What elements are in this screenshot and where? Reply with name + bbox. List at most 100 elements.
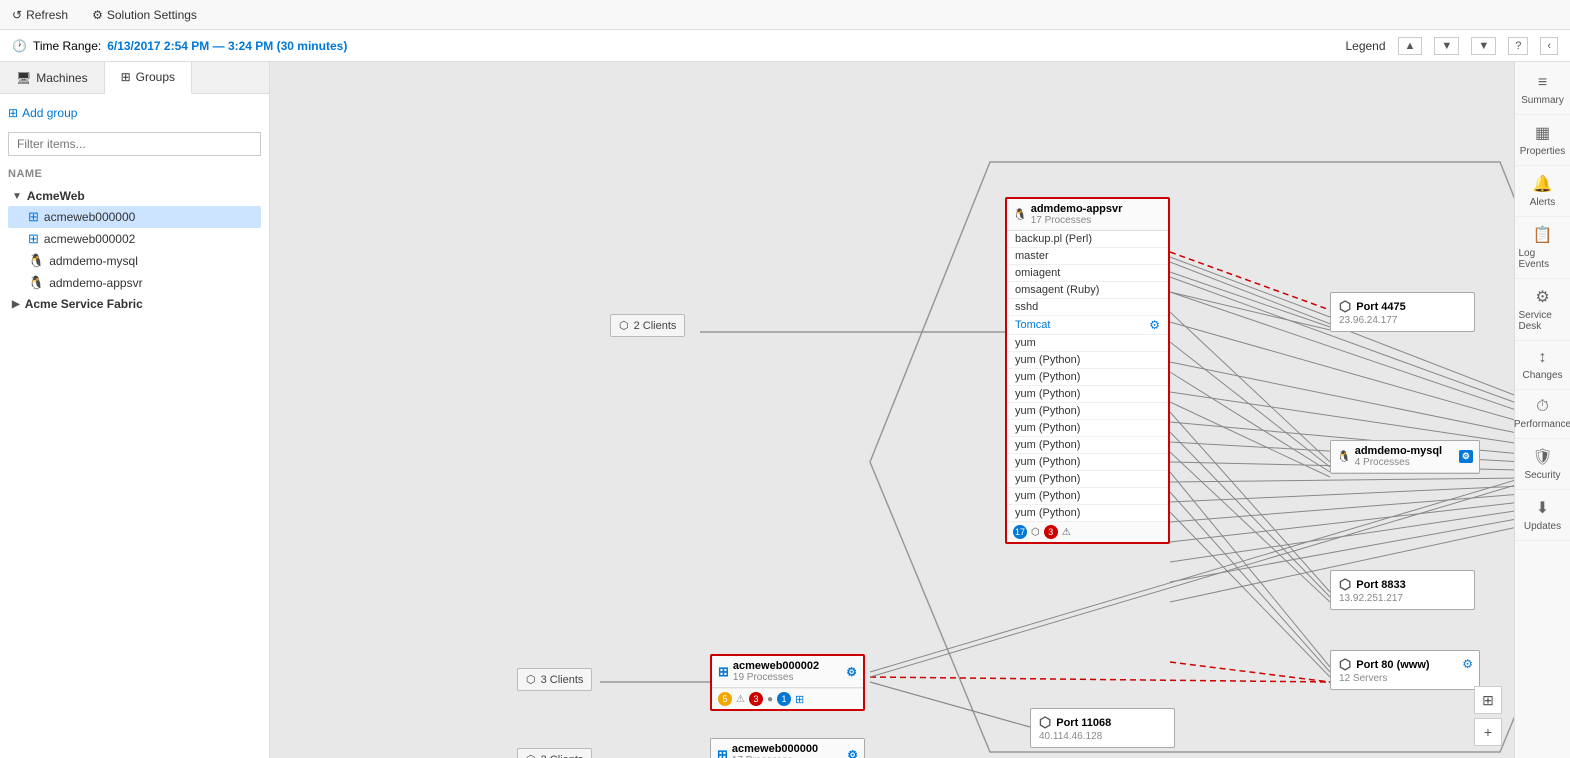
- tab-groups[interactable]: ⊞ Groups: [105, 62, 192, 94]
- toolbar: ↺ Refresh ⚙ Solution Settings: [0, 0, 1570, 30]
- panel-properties[interactable]: ▦ Properties: [1515, 115, 1570, 166]
- panel-changes[interactable]: ↕ Changes: [1515, 341, 1570, 390]
- port-ip: 13.92.251.217: [1339, 593, 1466, 604]
- clients-icon: ⬡: [526, 673, 536, 686]
- panel-performance[interactable]: ⏱ Performance: [1515, 390, 1570, 439]
- process-item: yum (Python): [1007, 471, 1168, 488]
- process-item: yum (Python): [1007, 403, 1168, 420]
- windows-icon: ⊞: [717, 747, 728, 758]
- expand-up-button[interactable]: ▲: [1398, 37, 1423, 55]
- port-8833[interactable]: ⬡ Port 8833 13.92.251.217: [1330, 570, 1475, 610]
- clock-icon: 🕐: [12, 39, 27, 53]
- linux-icon: 🐧: [28, 253, 44, 269]
- node-title: acmeweb000002: [733, 660, 842, 672]
- appsvr-node[interactable]: 🐧 admdemo-appsvr 17 Processes backup.pl …: [1005, 197, 1170, 544]
- port-label: Port 8833: [1356, 579, 1406, 591]
- panel-security[interactable]: 🛡 Security: [1515, 439, 1570, 490]
- solution-settings-button[interactable]: ⚙ Solution Settings: [88, 6, 201, 24]
- zoom-in-button[interactable]: +: [1474, 718, 1502, 746]
- sep: ●: [767, 694, 773, 705]
- refresh-icon: ↺: [12, 8, 22, 22]
- node-header: 🐧 admdemo-mysql 4 Processes ⚙: [1331, 441, 1479, 473]
- expand-down-button[interactable]: ▼: [1434, 37, 1459, 55]
- win-icon-sm: ⊞: [795, 693, 804, 706]
- port-label: Port 80 (www): [1356, 659, 1429, 671]
- chevron-right-icon: ▶: [12, 299, 20, 310]
- column-header: NAME: [8, 166, 261, 182]
- properties-icon: ▦: [1535, 123, 1550, 143]
- port-11068[interactable]: ⬡ Port 11068 40.114.46.128: [1030, 708, 1175, 748]
- port-4475[interactable]: ⬡ Port 4475 23.96.24.177: [1330, 292, 1475, 332]
- tree-item-label: admdemo-mysql: [49, 254, 138, 268]
- node-header: 🐧 admdemo-appsvr 17 Processes: [1007, 199, 1168, 231]
- port-header: ⬡ Port 80 (www): [1339, 656, 1471, 673]
- node-title: admdemo-appsvr: [1031, 203, 1123, 215]
- port-label: Port 11068: [1056, 717, 1111, 729]
- time-range-label: Time Range:: [33, 39, 101, 53]
- tree-item-label: Acme Service Fabric: [25, 297, 143, 311]
- right-panel: ≡ Summary ▦ Properties 🔔 Alerts 📋 Log Ev…: [1514, 62, 1570, 758]
- process-item: yum (Python): [1007, 420, 1168, 437]
- client-2[interactable]: ⬡ 2 Clients: [610, 314, 685, 337]
- help-button[interactable]: ?: [1508, 37, 1528, 55]
- filter-input[interactable]: [8, 132, 261, 156]
- security-icon: 🛡: [1532, 447, 1552, 467]
- tree-item-acmeweb[interactable]: ▼ AcmeWeb: [8, 186, 261, 206]
- tree-item-admdemo-appsvr[interactable]: 🐧 admdemo-appsvr: [8, 272, 261, 294]
- badge-www: ⚙: [1462, 657, 1473, 671]
- process-item: omsagent (Ruby): [1007, 282, 1168, 299]
- port-header: ⬡ Port 8833: [1339, 576, 1466, 593]
- port-label: Port 4475: [1356, 301, 1406, 313]
- port-ip: 40.114.46.128: [1039, 731, 1166, 742]
- badge-count: 17: [1013, 525, 1027, 539]
- panel-log-events[interactable]: 📋 Log Events: [1515, 217, 1570, 279]
- node-subtitle: 19 Processes: [733, 672, 842, 683]
- refresh-button[interactable]: ↺ Refresh: [8, 6, 72, 24]
- add-group-button[interactable]: ⊞ Add group: [8, 102, 77, 124]
- badge-mysql: ⚙: [1459, 450, 1473, 463]
- tab-machines[interactable]: 🖥 Machines: [0, 62, 105, 93]
- sidebar-content: ⊞ Add group NAME ▼ AcmeWeb ⊞ acmeweb0000…: [0, 94, 269, 758]
- acmeweb000002-node[interactable]: ⊞ acmeweb000002 19 Processes ⚙ 5 ⚠ 3 ● 1…: [710, 654, 865, 711]
- node-title: acmeweb000000: [732, 743, 843, 755]
- process-list: backup.pl (Perl) master omiagent omsagen…: [1007, 231, 1168, 521]
- badge-yellow: 5: [718, 692, 732, 706]
- port-sub: 12 Servers: [1339, 673, 1471, 684]
- tree-item-acmeweb000000[interactable]: ⊞ acmeweb000000: [8, 206, 261, 228]
- port-icon: ⬡: [1339, 298, 1351, 315]
- client-label: 3 Clients: [541, 674, 584, 686]
- collapse-button[interactable]: ‹: [1540, 37, 1558, 55]
- performance-icon: ⏱: [1536, 398, 1548, 416]
- node-footer: 5 ⚠ 3 ● 1 ⊞: [712, 688, 863, 709]
- process-item-tomcat: Tomcat⚙: [1007, 316, 1168, 335]
- groups-icon: ⊞: [121, 70, 131, 84]
- clients-icon: ⬡: [526, 753, 536, 758]
- port-80[interactable]: ⬡ Port 80 (www) 12 Servers ⚙: [1330, 650, 1480, 690]
- process-item: yum (Python): [1007, 386, 1168, 403]
- client-3b[interactable]: ⬡ 3 Clients: [517, 748, 592, 758]
- tree-item-acmeweb000002[interactable]: ⊞ acmeweb000002: [8, 228, 261, 250]
- solution-settings-label: Solution Settings: [107, 8, 197, 22]
- port-header: ⬡ Port 11068: [1039, 714, 1166, 731]
- client-3a[interactable]: ⬡ 3 Clients: [517, 668, 592, 691]
- badge-red: 3: [749, 692, 763, 706]
- admdemo-mysql-node[interactable]: 🐧 admdemo-mysql 4 Processes ⚙: [1330, 440, 1480, 474]
- tree-item-acme-service-fabric[interactable]: ▶ Acme Service Fabric: [8, 294, 261, 314]
- fit-view-button[interactable]: ⊞: [1474, 686, 1502, 714]
- process-item: backup.pl (Perl): [1007, 231, 1168, 248]
- panel-updates[interactable]: ⬇ Updates: [1515, 490, 1570, 541]
- filter-button[interactable]: ▼: [1471, 37, 1496, 55]
- panel-service-desk[interactable]: ⚙ Service Desk: [1515, 279, 1570, 341]
- windows-icon: ⊞: [28, 231, 39, 247]
- map-area[interactable]: ⬡ 2 Clients 🐧 admdemo-appsvr 17 Processe…: [270, 62, 1514, 758]
- clients-icon: ⬡: [619, 319, 629, 332]
- panel-summary[interactable]: ≡ Summary: [1515, 66, 1570, 115]
- panel-alerts[interactable]: 🔔 Alerts: [1515, 166, 1570, 217]
- acmeweb000000-node[interactable]: ⊞ acmeweb000000 17 Processes ⚙: [710, 738, 865, 758]
- process-item: omiagent: [1007, 265, 1168, 282]
- service-desk-icon: ⚙: [1535, 287, 1549, 307]
- port-header: ⬡ Port 4475: [1339, 298, 1466, 315]
- alerts-icon: 🔔: [1533, 174, 1553, 194]
- tree-item-admdemo-mysql[interactable]: 🐧 admdemo-mysql: [8, 250, 261, 272]
- gear-icon: ⚙: [92, 8, 103, 22]
